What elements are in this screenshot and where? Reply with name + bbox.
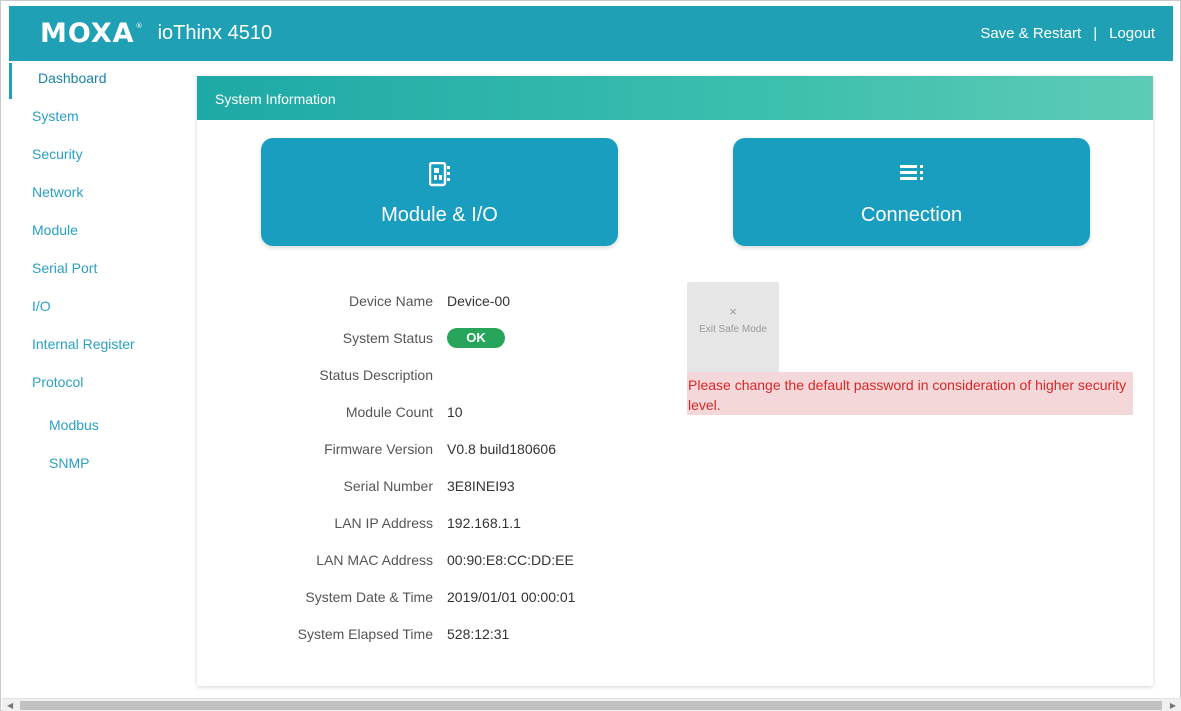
info-value: 192.168.1.1: [447, 515, 521, 531]
brand-name: MOXA: [40, 18, 135, 49]
info-row-status-description: Status Description: [197, 365, 677, 387]
info-row-lan-ip: LAN IP Address 192.168.1.1: [197, 513, 677, 535]
sidebar-item-label: Protocol: [32, 374, 84, 390]
info-row-device-name: Device Name Device-00: [197, 291, 677, 313]
info-label: Firmware Version: [324, 441, 433, 457]
section-title: System Information: [215, 91, 336, 107]
sidebar-item-module[interactable]: Module: [9, 213, 177, 249]
sidebar-item-system[interactable]: System: [9, 99, 177, 135]
sidebar-item-security[interactable]: Security: [9, 137, 177, 173]
logout-link[interactable]: Logout: [1109, 25, 1155, 42]
info-row-system-status: System Status OK: [197, 328, 677, 350]
collapse-toggle-icon[interactable]: -: [32, 374, 36, 389]
sidebar-item-label: Network: [32, 184, 84, 200]
sidebar-item-label: Security: [32, 146, 83, 162]
sidebar-item-modbus[interactable]: Modbus: [9, 408, 177, 444]
module-chip-icon: [428, 161, 451, 193]
sidebar-item-io[interactable]: I/O: [9, 289, 177, 325]
info-row-lan-mac: LAN MAC Address 00:90:E8:CC:DD:EE: [197, 550, 677, 572]
scroll-left-arrow-icon[interactable]: ◀: [7, 699, 13, 711]
password-warning: Please change the default password in co…: [687, 372, 1133, 415]
sidebar-item-serial-port[interactable]: Serial Port: [9, 251, 177, 287]
info-value: 10: [447, 404, 463, 420]
info-row-date-time: System Date & Time 2019/01/01 00:00:01: [197, 587, 677, 609]
info-label: LAN IP Address: [334, 515, 433, 531]
status-badge: OK: [447, 328, 505, 348]
sidebar-item-snmp[interactable]: SNMP: [9, 446, 177, 482]
system-information-card: System Information Module & I/O Connecti…: [197, 76, 1153, 686]
sidebar-item-label: Dashboard: [38, 70, 107, 86]
registered-mark: ®: [135, 22, 144, 30]
info-label: Device Name: [348, 293, 433, 309]
info-row-module-count: Module Count 10: [197, 402, 677, 424]
sidebar-item-protocol[interactable]: Protocol -: [9, 365, 177, 401]
info-row-serial-number: Serial Number 3E8INEI93: [197, 476, 677, 498]
info-label: Module Count: [345, 404, 433, 420]
sidebar-item-label: System: [32, 108, 79, 124]
module-io-label: Module & I/O: [381, 204, 498, 226]
product-name: ioThinx 4510: [157, 22, 273, 44]
header-separator: |: [1093, 25, 1098, 42]
header-actions: Save & Restart | Logout: [980, 6, 1155, 61]
list-icon: [899, 162, 924, 189]
sidebar-item-label: I/O: [32, 298, 51, 314]
info-label: System Status: [342, 330, 433, 346]
sidebar-item-internal-register[interactable]: Internal Register: [9, 327, 177, 363]
info-value: Device-00: [447, 293, 511, 309]
sidebar-item-label: Serial Port: [32, 260, 98, 276]
info-label: System Elapsed Time: [297, 626, 433, 642]
sidebar-item-dashboard[interactable]: Dashboard: [9, 63, 177, 99]
top-header: MOXA ® ioThinx 4510 Save & Restart | Logo…: [9, 6, 1173, 61]
sidebar-item-label: Modbus: [49, 417, 99, 433]
sidebar-nav: Dashboard System Security Network Module…: [9, 61, 177, 697]
info-value: 00:90:E8:CC:DD:EE: [447, 552, 574, 568]
scroll-right-arrow-icon[interactable]: ▶: [1170, 699, 1176, 711]
sidebar-item-label: Internal Register: [32, 336, 135, 352]
info-label: Serial Number: [343, 478, 433, 494]
close-icon: ×: [729, 304, 737, 319]
exit-safe-mode-button[interactable]: × Exit Safe Mode: [687, 282, 779, 372]
connection-label: Connection: [860, 204, 963, 226]
info-row-elapsed-time: System Elapsed Time 528:12:31: [197, 624, 677, 646]
sidebar-item-label: SNMP: [49, 455, 90, 471]
exit-safe-mode-label: Exit Safe Mode: [699, 324, 767, 335]
scrollbar-thumb[interactable]: [20, 701, 1162, 710]
card-header: System Information: [197, 76, 1153, 120]
info-label: System Date & Time: [305, 589, 433, 605]
module-io-tile[interactable]: Module & I/O: [261, 138, 618, 246]
info-label: LAN MAC Address: [316, 552, 433, 568]
info-label: Status Description: [319, 367, 433, 383]
moxa-logo: MOXA ®: [40, 18, 143, 49]
info-value: 3E8INEI93: [447, 478, 515, 494]
sidebar-item-label: Module: [32, 222, 78, 238]
info-value: V0.8 build180606: [447, 441, 556, 457]
save-restart-link[interactable]: Save & Restart: [980, 25, 1081, 42]
info-row-firmware-version: Firmware Version V0.8 build180606: [197, 439, 677, 461]
app-window: MOXA ® ioThinx 4510 Save & Restart | Logo…: [0, 0, 1181, 711]
sidebar-item-network[interactable]: Network: [9, 175, 177, 211]
connection-tile[interactable]: Connection: [733, 138, 1090, 246]
horizontal-scrollbar[interactable]: ◀ ▶: [2, 698, 1181, 711]
info-value: 2019/01/01 00:00:01: [447, 589, 576, 605]
info-value: 528:12:31: [447, 626, 510, 642]
